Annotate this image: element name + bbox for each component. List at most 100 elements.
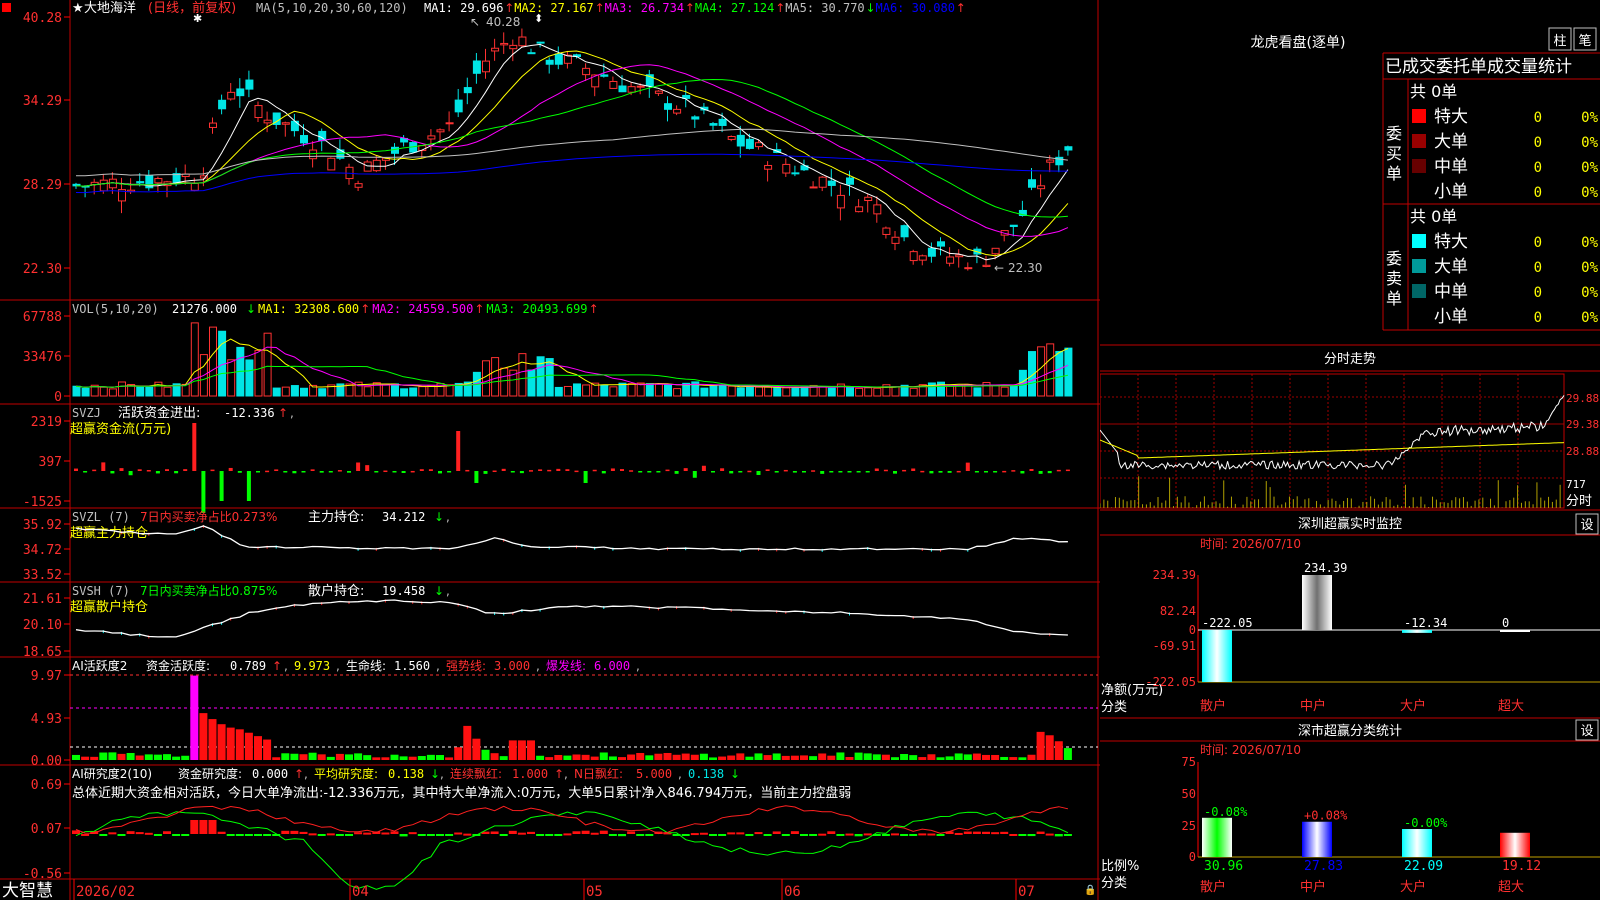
kline-chart-area[interactable]: ★ 大地海洋 (日线，前复权) MA(5,10,20,30,60,120) MA…	[0, 0, 1100, 900]
volume-bar	[1037, 346, 1046, 397]
sz-class-settings-label: 设	[1580, 724, 1593, 739]
sz-monitor-cat: 中户	[1300, 698, 1326, 714]
activity-bar	[354, 753, 363, 760]
research-bar	[226, 834, 235, 836]
lock-icon[interactable]: 🔒	[1084, 884, 1096, 896]
fund-flow-bar	[929, 471, 934, 474]
candle-body	[627, 86, 636, 93]
activity-bar	[545, 757, 554, 760]
svzl-arrow: ↓	[434, 510, 444, 524]
activity-bar	[536, 755, 545, 760]
sz-class-cat-label: 分类	[1101, 876, 1127, 891]
svzj-value: -12.336	[224, 406, 275, 420]
research-bar	[163, 831, 171, 834]
volume-bar	[773, 387, 782, 397]
sz-monitor-cat: 散户	[1200, 698, 1226, 714]
activity-bar	[936, 757, 945, 760]
candle-body	[909, 251, 918, 262]
candle-body	[855, 206, 864, 213]
y-tick-label: 35.92	[23, 518, 62, 533]
activity-bar	[781, 755, 790, 760]
volume-bar	[518, 353, 527, 397]
fund-flow-bar	[428, 469, 433, 471]
ai-active-v4: 3.000	[494, 659, 530, 673]
candle-body	[991, 247, 1000, 255]
volume-bar	[627, 383, 636, 397]
event-marker-icon[interactable]: ✱	[193, 12, 202, 25]
activity-bar	[217, 724, 226, 760]
fund-flow-bar	[738, 471, 743, 473]
volume-bar	[554, 386, 563, 397]
research-bar	[408, 832, 417, 835]
research-bar	[900, 834, 909, 836]
volume-bar	[955, 384, 964, 397]
fund-flow-bar	[911, 468, 916, 471]
candle-body	[727, 136, 736, 140]
research-bar	[235, 834, 244, 836]
volume-bar	[818, 386, 827, 397]
sz-class-change-label: -0.08%	[1204, 805, 1248, 819]
longhu-title: 龙虎看盘(逐单)	[1251, 34, 1346, 51]
volume-bar	[300, 387, 308, 397]
research-bar	[244, 834, 253, 836]
research-bar	[545, 834, 554, 836]
activity-bar	[408, 756, 417, 760]
svsh-label1: 7日内买卖净占比0.875%	[140, 583, 277, 598]
research-bar	[144, 832, 153, 835]
order-type-label: 中单	[1434, 282, 1468, 302]
candle-body	[227, 91, 236, 100]
sz-monitor-bar-label: 0	[1502, 616, 1509, 630]
fund-flow-bar	[92, 469, 97, 472]
sz-class-change-label: +0.08%	[1304, 809, 1348, 823]
activity-bar	[226, 727, 235, 760]
ai-research-a3: ↑	[554, 767, 564, 781]
event-marker-icon[interactable]: ⬍	[534, 12, 543, 25]
y-tick-label: -0.56	[23, 867, 62, 882]
activity-bar	[872, 754, 881, 760]
title-icon[interactable]	[2, 3, 11, 12]
buy-order-table: 共 0单委买单 特大 0 0% 大单 0 0% 中单 0 0% 小单 0 0%	[1386, 82, 1599, 202]
star-icon[interactable]: ★	[72, 1, 84, 16]
svg-text:,: ,	[284, 659, 288, 673]
activity-bar	[290, 753, 299, 760]
volume-bar	[973, 387, 982, 397]
candle-body	[245, 79, 254, 90]
volume-bar	[718, 385, 727, 397]
research-bar	[818, 833, 827, 836]
ma-line	[75, 43, 1069, 261]
activity-bar	[81, 756, 90, 760]
sz-monitor-y-label: 82.24	[1160, 604, 1196, 618]
activity-bar	[263, 739, 272, 760]
candle-body	[900, 225, 909, 238]
volume-bar	[190, 322, 199, 397]
research-bar	[881, 834, 890, 837]
activity-bar	[527, 740, 535, 760]
intraday-mode-label[interactable]: 分时	[1566, 494, 1592, 509]
svsh-arrow: ↓	[434, 584, 444, 598]
volume-bar	[418, 386, 427, 397]
activity-bar	[818, 753, 827, 760]
volume-bar	[482, 360, 490, 397]
svzj-pane: SVZJ 活跃资金进出: -12.336 ↑ , 超赢资金流(万元) 2319 3…	[23, 405, 1070, 513]
fund-flow-bar	[893, 471, 897, 474]
volume-bar	[72, 385, 81, 397]
volume-bar	[791, 387, 800, 397]
svzl-label2: 主力持仓:	[308, 510, 364, 525]
svg-text:,: ,	[536, 659, 540, 673]
sz-monitor-bar	[1402, 630, 1432, 633]
intraday-y-label: 28.88	[1566, 445, 1599, 458]
activity-bar	[663, 752, 672, 760]
activity-bar	[699, 753, 708, 760]
order-count: 0	[1534, 135, 1542, 151]
ma-lines	[75, 43, 1069, 261]
intraday-chart[interactable]: 29.88 29.38 28.88 717 分时	[1100, 373, 1599, 509]
fund-flow-bar	[783, 469, 788, 472]
order-type-label: 小单	[1434, 307, 1468, 327]
research-bar	[618, 834, 626, 837]
sz-class-change-label: -0.00%	[1404, 816, 1448, 830]
ai-research-v2: 0.138	[388, 767, 424, 781]
activity-bar	[181, 755, 190, 760]
volume-bar	[400, 388, 409, 397]
activity-bar	[117, 753, 126, 760]
brand-logo[interactable]: 大智慧	[2, 881, 53, 900]
